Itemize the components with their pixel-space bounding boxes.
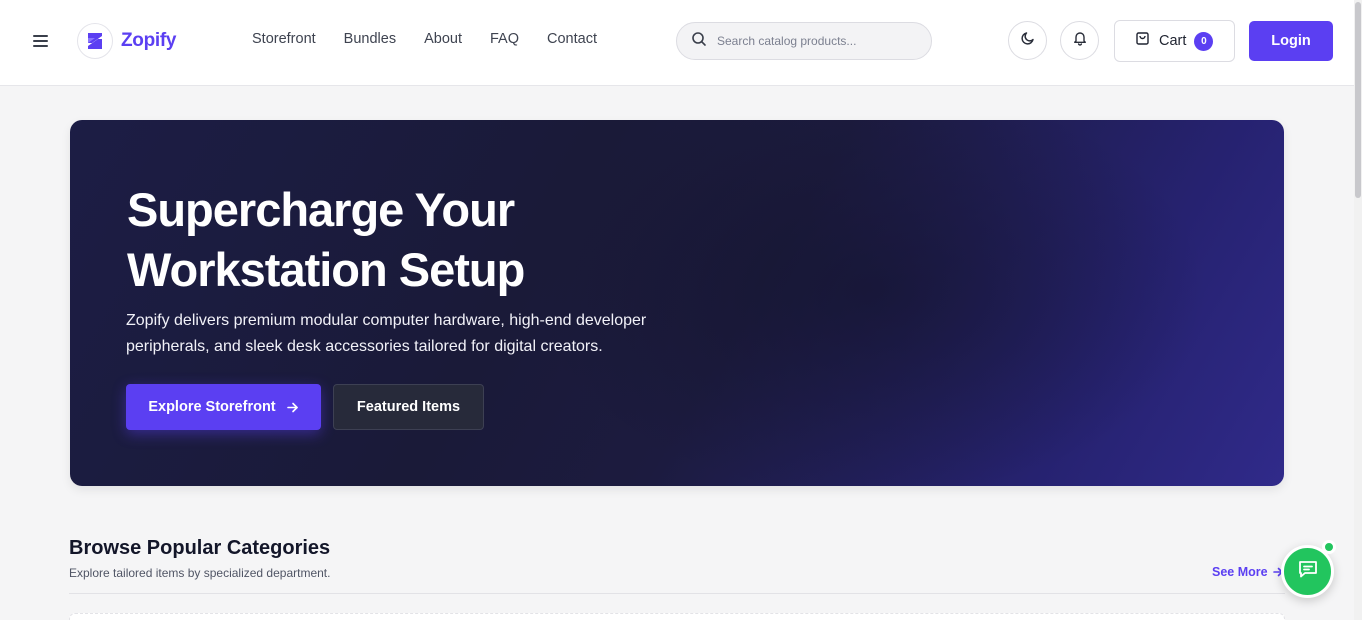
explore-storefront-label: Explore Storefront: [148, 399, 276, 415]
search-box: [676, 22, 932, 60]
search-icon: [691, 31, 707, 52]
section-divider: [69, 593, 1285, 594]
nav-about[interactable]: About: [424, 31, 462, 47]
scrollbar-thumb[interactable]: [1355, 2, 1361, 198]
featured-items-button[interactable]: Featured Items: [333, 384, 484, 430]
nav-faq[interactable]: FAQ: [490, 31, 519, 47]
cart-button[interactable]: Cart 0: [1114, 20, 1235, 62]
cart-label: Cart: [1159, 33, 1187, 49]
shopping-bag-icon: [1135, 31, 1150, 51]
nav-bundles[interactable]: Bundles: [344, 31, 396, 47]
menu-icon[interactable]: [30, 30, 52, 52]
see-more-label: See More: [1212, 565, 1268, 579]
notifications-button[interactable]: [1060, 21, 1099, 60]
hero-banner: Supercharge Your Workstation Setup Zopif…: [70, 120, 1284, 486]
category-grid: [69, 613, 1285, 620]
online-status-indicator: [1322, 540, 1336, 554]
cart-count-badge: 0: [1194, 31, 1214, 51]
login-button[interactable]: Login: [1249, 21, 1333, 61]
nav-contact[interactable]: Contact: [547, 31, 597, 47]
hero-title: Supercharge Your Workstation Setup: [127, 183, 525, 296]
search-input[interactable]: [717, 34, 917, 48]
see-more-link[interactable]: See More: [1212, 565, 1284, 579]
main-nav: Storefront Bundles About FAQ Contact: [252, 31, 625, 47]
site-header: Zopify Storefront Bundles About FAQ Cont…: [0, 0, 1354, 86]
nav-storefront[interactable]: Storefront: [252, 31, 316, 47]
moon-icon: [1020, 30, 1036, 51]
explore-storefront-button[interactable]: Explore Storefront: [126, 384, 321, 430]
zopify-logo-icon: [77, 23, 113, 59]
arrow-right-icon: [286, 401, 299, 414]
chat-bubble-icon: [1296, 557, 1320, 586]
categories-subtitle: Explore tailored items by specialized de…: [69, 566, 331, 580]
categories-title: Browse Popular Categories: [69, 537, 331, 559]
bell-icon: [1072, 30, 1088, 51]
theme-toggle-button[interactable]: [1008, 21, 1047, 60]
brand-logo[interactable]: Zopify: [77, 23, 177, 59]
brand-name: Zopify: [121, 30, 177, 51]
page-scrollbar[interactable]: [1354, 0, 1362, 620]
hero-description: Zopify delivers premium modular computer…: [126, 312, 647, 355]
